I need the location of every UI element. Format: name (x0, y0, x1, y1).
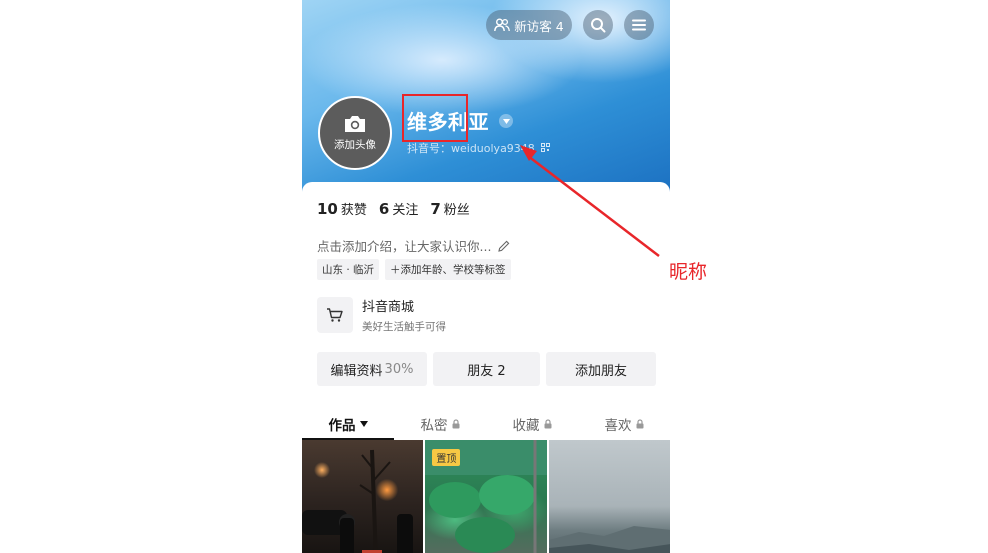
add-avatar-button[interactable]: 添加头像 (318, 96, 392, 170)
bio-placeholder: 点击添加介绍，让大家认识你... (317, 239, 492, 254)
douyin-mall-entry[interactable]: 抖音商城 美好生活触手可得 (317, 296, 446, 334)
tab-works[interactable]: 作品 (302, 408, 394, 440)
nickname-annotation-label: 昵称 (669, 261, 708, 283)
fans-stat[interactable]: 7 粉丝 (430, 199, 469, 218)
profile-info-card: 10 获赞 6 关注 7 粉丝 点击添加介绍，让大家认识你... 山东 · 临沂 ＋添… (302, 182, 670, 553)
profile-tags: 山东 · 临沂 ＋添加年龄、学校等标签 (317, 259, 511, 280)
street-scene-image (302, 449, 413, 553)
search-button[interactable] (583, 10, 613, 40)
friends-button[interactable]: 朋友 2 (433, 352, 540, 386)
caret-down-icon (502, 118, 510, 124)
shopping-cart-icon (317, 297, 353, 333)
tab-favorites[interactable]: 收藏 (486, 408, 578, 440)
add-friend-button[interactable]: 添加朋友 (546, 352, 656, 386)
edit-pencil-icon (498, 240, 510, 252)
douyin-id: 抖音号：weiduolya9348 (407, 142, 535, 155)
caret-down-icon (359, 421, 368, 427)
edit-profile-button[interactable]: 编辑资料 30% (317, 352, 427, 386)
mall-subtitle: 美好生活触手可得 (362, 321, 446, 333)
likes-stat[interactable]: 10 获赞 (317, 199, 367, 218)
lock-icon (636, 419, 643, 429)
menu-button[interactable] (624, 10, 654, 40)
video-grid: 置顶 (302, 440, 670, 553)
video-thumbnail[interactable] (302, 440, 424, 553)
add-tags-button[interactable]: ＋添加年龄、学校等标签 (385, 259, 511, 280)
profile-header-background: 新访客 4 添加头像 维多利亚 抖音号：weiduolya9348 (302, 0, 670, 200)
location-tag[interactable]: 山东 · 临沂 (317, 259, 380, 280)
profile-screen: 新访客 4 添加头像 维多利亚 抖音号：weiduolya9348 10 获赞 … (302, 0, 670, 553)
pinned-badge: 置顶 (432, 449, 461, 466)
profile-stats: 10 获赞 6 关注 7 粉丝 (317, 199, 470, 218)
video-thumbnail[interactable]: 置顶 (425, 440, 547, 553)
search-icon (591, 18, 606, 33)
qr-code-icon (541, 143, 551, 152)
add-avatar-label: 添加头像 (334, 139, 376, 151)
mall-title: 抖音商城 (362, 300, 415, 315)
content-tabs: 作品 私密 收藏 喜欢 (302, 408, 670, 440)
new-visitors-button[interactable]: 新访客 4 (486, 10, 572, 40)
tab-private[interactable]: 私密 (394, 408, 486, 440)
video-thumbnail[interactable] (548, 440, 670, 553)
bio-add-intro[interactable]: 点击添加介绍，让大家认识你... (317, 236, 510, 255)
nickname-highlight-box (402, 94, 468, 142)
following-stat[interactable]: 6 关注 (379, 199, 418, 218)
visitors-icon (494, 18, 511, 32)
mountain-scene-image (548, 526, 670, 553)
account-switch-button[interactable] (499, 114, 513, 128)
lock-icon (544, 419, 551, 429)
lock-icon (452, 419, 459, 429)
new-visitors-label: 新访客 4 (514, 18, 564, 34)
camera-icon (345, 116, 365, 132)
douyin-id-row[interactable]: 抖音号：weiduolya9348 (407, 140, 551, 156)
tab-likes[interactable]: 喜欢 (578, 408, 670, 440)
menu-icon (632, 19, 646, 31)
profile-action-buttons: 编辑资料 30% 朋友 2 添加朋友 (317, 352, 656, 386)
